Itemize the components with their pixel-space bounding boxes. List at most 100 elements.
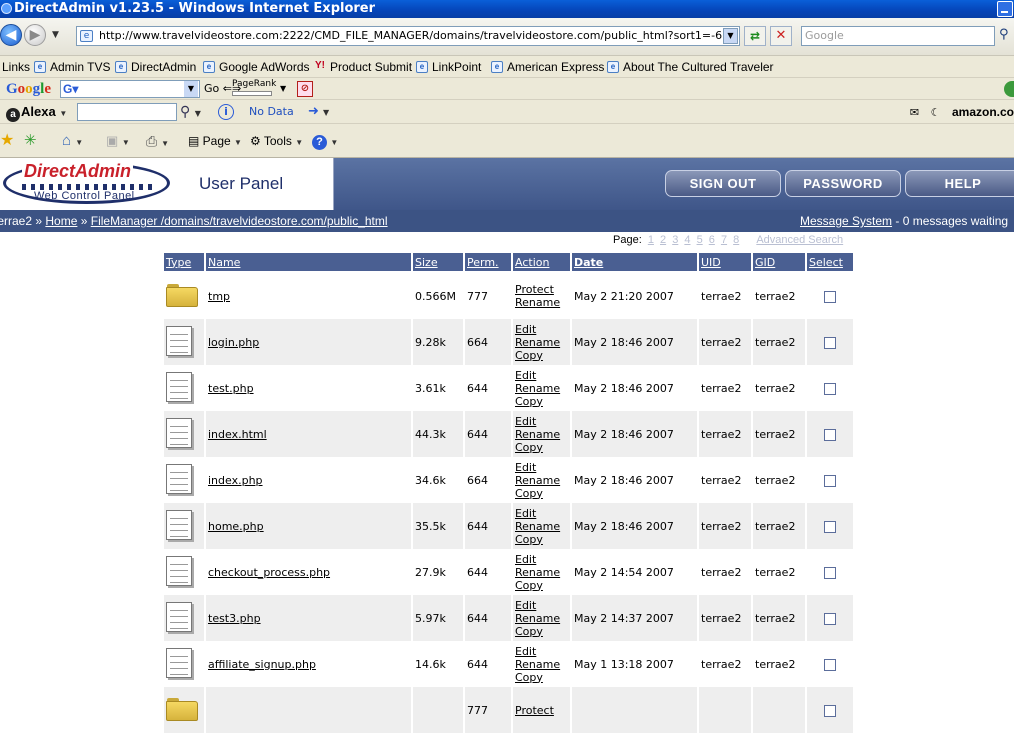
page-link[interactable]: 7 bbox=[721, 234, 727, 246]
col-gid[interactable]: GID bbox=[753, 253, 805, 273]
search-icon[interactable]: ⚲ bbox=[999, 27, 1009, 42]
select-checkbox[interactable] bbox=[824, 290, 836, 303]
link-american-express[interactable]: e American Express bbox=[489, 56, 604, 78]
file-name-link[interactable]: index.html bbox=[208, 428, 267, 441]
refresh-button[interactable]: ⇄ bbox=[744, 26, 766, 46]
action-rename-link[interactable]: Rename bbox=[515, 658, 568, 671]
select-checkbox[interactable] bbox=[824, 428, 836, 441]
file-name-link[interactable]: tmp bbox=[208, 290, 230, 303]
page-link[interactable]: 4 bbox=[684, 234, 690, 246]
favorites-star-icon[interactable]: ★ bbox=[0, 124, 14, 158]
action-edit-link[interactable]: Edit bbox=[515, 415, 568, 428]
globe-icon[interactable]: ☾ bbox=[931, 101, 941, 125]
action-copy-link[interactable]: Copy bbox=[515, 579, 568, 592]
link-directadmin[interactable]: e DirectAdmin bbox=[113, 56, 196, 78]
pagerank-dropdown-icon[interactable]: ▼ bbox=[280, 78, 286, 100]
link-linkpoint[interactable]: e LinkPoint bbox=[414, 56, 481, 78]
col-select[interactable]: Select bbox=[807, 253, 853, 273]
select-checkbox[interactable] bbox=[824, 382, 836, 395]
page-menu[interactable]: ▤ Page ▼ bbox=[188, 124, 242, 160]
page-link[interactable]: 5 bbox=[697, 234, 703, 246]
amazon-logo[interactable]: amazon.co bbox=[952, 100, 1014, 124]
file-name-link[interactable]: checkout_process.php bbox=[208, 566, 330, 579]
action-rename-link[interactable]: Rename bbox=[515, 382, 568, 395]
breadcrumb-filemanager-link[interactable]: FileManager /domains/travelvideostore.co… bbox=[91, 214, 388, 228]
page-link[interactable]: 3 bbox=[672, 234, 678, 246]
action-rename-link[interactable]: Rename bbox=[515, 428, 568, 441]
address-bar[interactable]: e http://www.travelvideostore.com:2222/C… bbox=[76, 26, 740, 46]
alexa-info-icon[interactable]: i bbox=[218, 104, 234, 120]
action-rename-link[interactable]: Rename bbox=[515, 336, 568, 349]
forward-button[interactable]: ▶ bbox=[24, 24, 46, 46]
file-name-link[interactable]: affiliate_signup.php bbox=[208, 658, 316, 671]
file-name-link[interactable]: test3.php bbox=[208, 612, 261, 625]
action-copy-link[interactable]: Copy bbox=[515, 533, 568, 546]
action-rename-link[interactable]: Rename bbox=[515, 612, 568, 625]
action-protect-link[interactable]: Protect bbox=[515, 704, 568, 717]
file-name-link[interactable]: login.php bbox=[208, 336, 259, 349]
select-checkbox[interactable] bbox=[824, 474, 836, 487]
col-date[interactable]: Date bbox=[572, 253, 697, 273]
alexa-search-icon[interactable]: ⚲ ▼ bbox=[180, 100, 201, 126]
stop-button[interactable]: ✕ bbox=[770, 26, 792, 46]
alexa-next-icon[interactable]: ➜ ▼ bbox=[308, 100, 329, 125]
col-type[interactable]: Type bbox=[164, 253, 204, 273]
action-copy-link[interactable]: Copy bbox=[515, 395, 568, 408]
link-product-submit[interactable]: Y! Product Submit bbox=[312, 56, 412, 78]
action-rename-link[interactable]: Rename bbox=[515, 566, 568, 579]
tools-menu[interactable]: ⚙ Tools ▼ bbox=[250, 124, 303, 160]
breadcrumb-home-link[interactable]: Home bbox=[45, 214, 77, 228]
alexa-search-input[interactable] bbox=[77, 103, 177, 121]
col-uid[interactable]: UID bbox=[699, 253, 751, 273]
help-button[interactable]: HELP bbox=[905, 170, 1014, 197]
select-checkbox[interactable] bbox=[824, 612, 836, 625]
password-button[interactable]: PASSWORD bbox=[785, 170, 901, 197]
file-name-link[interactable]: test.php bbox=[208, 382, 254, 395]
action-edit-link[interactable]: Edit bbox=[515, 599, 568, 612]
home-icon[interactable]: ⌂ ▼ bbox=[62, 124, 83, 160]
sign-out-button[interactable]: SIGN OUT bbox=[665, 170, 781, 197]
popup-blocker-icon[interactable]: ⊘ bbox=[297, 81, 313, 97]
google-search-input[interactable]: G▾ ▼ bbox=[60, 80, 200, 98]
print-icon[interactable]: ⎙ ▼ bbox=[146, 124, 169, 161]
message-system-link[interactable]: Message System bbox=[800, 214, 892, 228]
select-checkbox[interactable] bbox=[824, 520, 836, 533]
page-link[interactable]: 8 bbox=[733, 234, 739, 246]
select-checkbox[interactable] bbox=[824, 704, 836, 717]
action-copy-link[interactable]: Copy bbox=[515, 487, 568, 500]
history-dropdown-icon[interactable]: ▼ bbox=[52, 30, 59, 40]
action-copy-link[interactable]: Copy bbox=[515, 625, 568, 638]
help-menu[interactable]: ? ▼ bbox=[312, 124, 338, 160]
link-cultured-traveler[interactable]: e About The Cultured Traveler bbox=[605, 56, 774, 78]
mail-icon[interactable]: ✉ bbox=[910, 101, 919, 125]
col-perm[interactable]: Perm. bbox=[465, 253, 511, 273]
search-input[interactable]: Google bbox=[801, 26, 995, 46]
action-copy-link[interactable]: Copy bbox=[515, 349, 568, 362]
advanced-search-link[interactable]: Advanced Search bbox=[756, 234, 843, 246]
action-copy-link[interactable]: Copy bbox=[515, 671, 568, 684]
minimize-button[interactable] bbox=[997, 1, 1013, 17]
col-name[interactable]: Name bbox=[206, 253, 411, 273]
add-favorites-icon[interactable]: ✳ bbox=[24, 124, 37, 158]
link-google-adwords[interactable]: e Google AdWords bbox=[201, 56, 310, 78]
address-dropdown-icon[interactable]: ▼ bbox=[723, 28, 738, 44]
action-edit-link[interactable]: Edit bbox=[515, 507, 568, 520]
select-checkbox[interactable] bbox=[824, 658, 836, 671]
feeds-icon[interactable]: ▣ ▼ bbox=[106, 124, 130, 160]
action-rename-link[interactable]: Rename bbox=[515, 474, 568, 487]
action-copy-link[interactable]: Copy bbox=[515, 441, 568, 454]
action-edit-link[interactable]: Edit bbox=[515, 323, 568, 336]
action-edit-link[interactable]: Edit bbox=[515, 553, 568, 566]
link-admin-tvs[interactable]: e Admin TVS bbox=[32, 56, 110, 78]
action-rename-link[interactable]: Rename bbox=[515, 296, 568, 309]
select-checkbox[interactable] bbox=[824, 336, 836, 349]
action-edit-link[interactable]: Edit bbox=[515, 645, 568, 658]
col-size[interactable]: Size bbox=[413, 253, 463, 273]
google-dropdown-icon[interactable]: ▼ bbox=[184, 81, 198, 97]
page-link[interactable]: 6 bbox=[709, 234, 715, 246]
file-name-link[interactable]: index.php bbox=[208, 474, 263, 487]
back-button[interactable]: ◀ bbox=[0, 24, 22, 46]
page-link[interactable]: 1 bbox=[648, 234, 654, 246]
select-checkbox[interactable] bbox=[824, 566, 836, 579]
action-rename-link[interactable]: Rename bbox=[515, 520, 568, 533]
